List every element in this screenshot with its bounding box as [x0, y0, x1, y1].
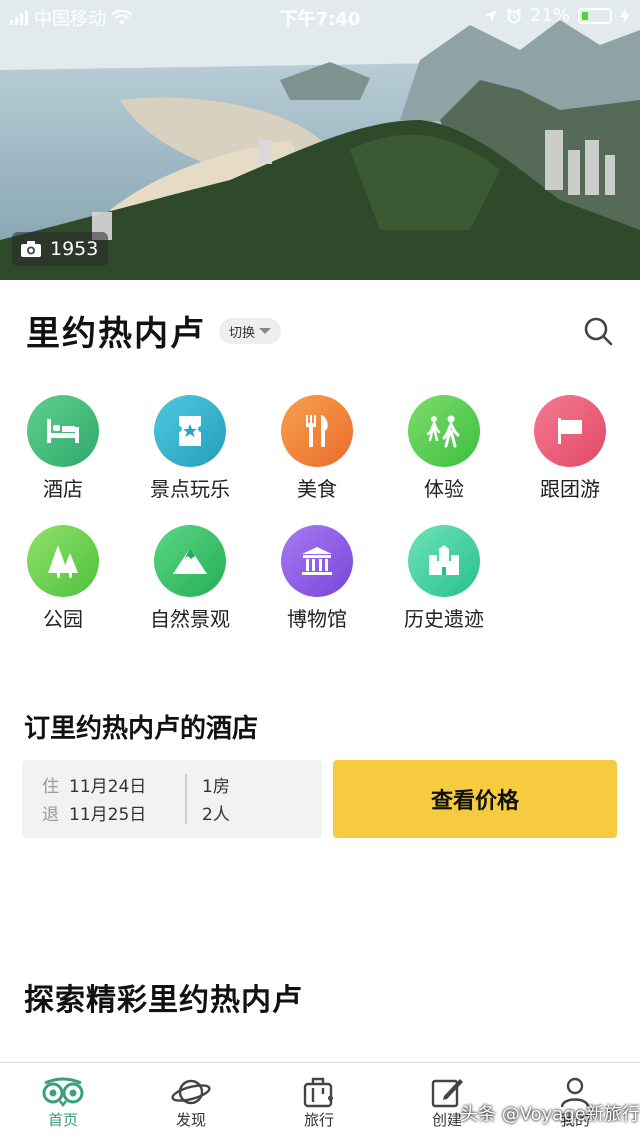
- checkin-row: 住 11月24日: [42, 772, 146, 797]
- mountain-icon: [154, 525, 226, 597]
- search-icon[interactable]: [582, 315, 614, 347]
- switch-city-label: 切换: [229, 325, 256, 341]
- ticket-icon: [154, 395, 226, 467]
- category-label: 自然景观: [150, 607, 230, 631]
- bed-icon: [27, 395, 99, 467]
- category-label: 体验: [424, 477, 464, 501]
- flag-icon: [534, 395, 606, 467]
- category-label: 公园: [43, 607, 83, 631]
- castle-icon: [408, 525, 480, 597]
- category-historic-sites[interactable]: 历史遗迹: [379, 525, 509, 632]
- hero-image[interactable]: 中国移动 下午7:40 21% 1953: [0, 0, 640, 280]
- planet-icon: [141, 1075, 241, 1109]
- category-label: 美食: [297, 477, 337, 501]
- category-group-tour[interactable]: 跟团游: [505, 395, 635, 502]
- check-price-button[interactable]: 查看价格: [333, 760, 617, 838]
- category-label: 景点玩乐: [150, 477, 230, 501]
- owl-eyes-icon: [13, 1075, 113, 1109]
- museum-icon: [281, 525, 353, 597]
- tab-label: 发现: [175, 1111, 206, 1129]
- tab-trips[interactable]: 旅行: [269, 1075, 369, 1130]
- alarm-icon: [506, 8, 521, 23]
- status-bar: 中国移动 下午7:40 21%: [0, 0, 640, 34]
- category-label: 博物馆: [287, 607, 347, 631]
- camera-icon: [21, 241, 41, 257]
- battery-percent: 21%: [529, 5, 570, 26]
- category-nature[interactable]: 自然景观: [125, 525, 255, 632]
- category-food[interactable]: 美食: [252, 395, 382, 502]
- hotel-section-title: 订里约热内卢的酒店: [24, 714, 259, 744]
- category-label: 酒店: [43, 477, 83, 501]
- watermark: 头条 @Voyage新旅行: [460, 1104, 640, 1125]
- tab-label: 旅行: [303, 1111, 334, 1129]
- tab-discover[interactable]: 发现: [141, 1075, 241, 1130]
- category-attractions[interactable]: 景点玩乐: [125, 395, 255, 502]
- divider: [185, 774, 187, 824]
- category-experience[interactable]: 体验: [379, 395, 509, 502]
- category-park[interactable]: 公园: [0, 525, 128, 632]
- checkout-date: 11月25日: [69, 805, 147, 825]
- location-arrow-icon: [484, 9, 497, 22]
- page-title: 里约热内卢: [26, 314, 206, 354]
- category-hotel[interactable]: 酒店: [0, 395, 128, 502]
- rooms-count: 1房: [202, 777, 230, 797]
- guests-count: 2人: [202, 805, 230, 825]
- checkin-date: 11月24日: [69, 777, 147, 797]
- category-museum[interactable]: 博物馆: [252, 525, 382, 632]
- photo-count-badge[interactable]: 1953: [12, 232, 109, 266]
- explore-section-title: 探索精彩里约热内卢: [24, 983, 303, 1018]
- battery-icon: [578, 7, 612, 24]
- checkout-row: 退 11月25日: [42, 800, 146, 825]
- category-label: 跟团游: [540, 477, 600, 501]
- booking-dates-guests[interactable]: 住 11月24日 退 11月25日 1房 2人: [22, 760, 322, 838]
- photo-count-value: 1953: [50, 238, 99, 260]
- tab-label: 首页: [47, 1111, 78, 1129]
- checkout-label: 退: [42, 805, 59, 825]
- fork-knife-icon: [281, 395, 353, 467]
- caret-down-icon: [259, 328, 272, 334]
- charging-bolt-icon: [620, 7, 630, 24]
- suitcase-icon: [269, 1075, 369, 1109]
- switch-city-button[interactable]: 切换: [219, 318, 282, 344]
- tab-home[interactable]: 首页: [13, 1075, 113, 1130]
- category-label: 历史遗迹: [404, 607, 484, 631]
- trees-icon: [27, 525, 99, 597]
- checkin-label: 住: [42, 777, 59, 797]
- people-walking-icon: [408, 395, 480, 467]
